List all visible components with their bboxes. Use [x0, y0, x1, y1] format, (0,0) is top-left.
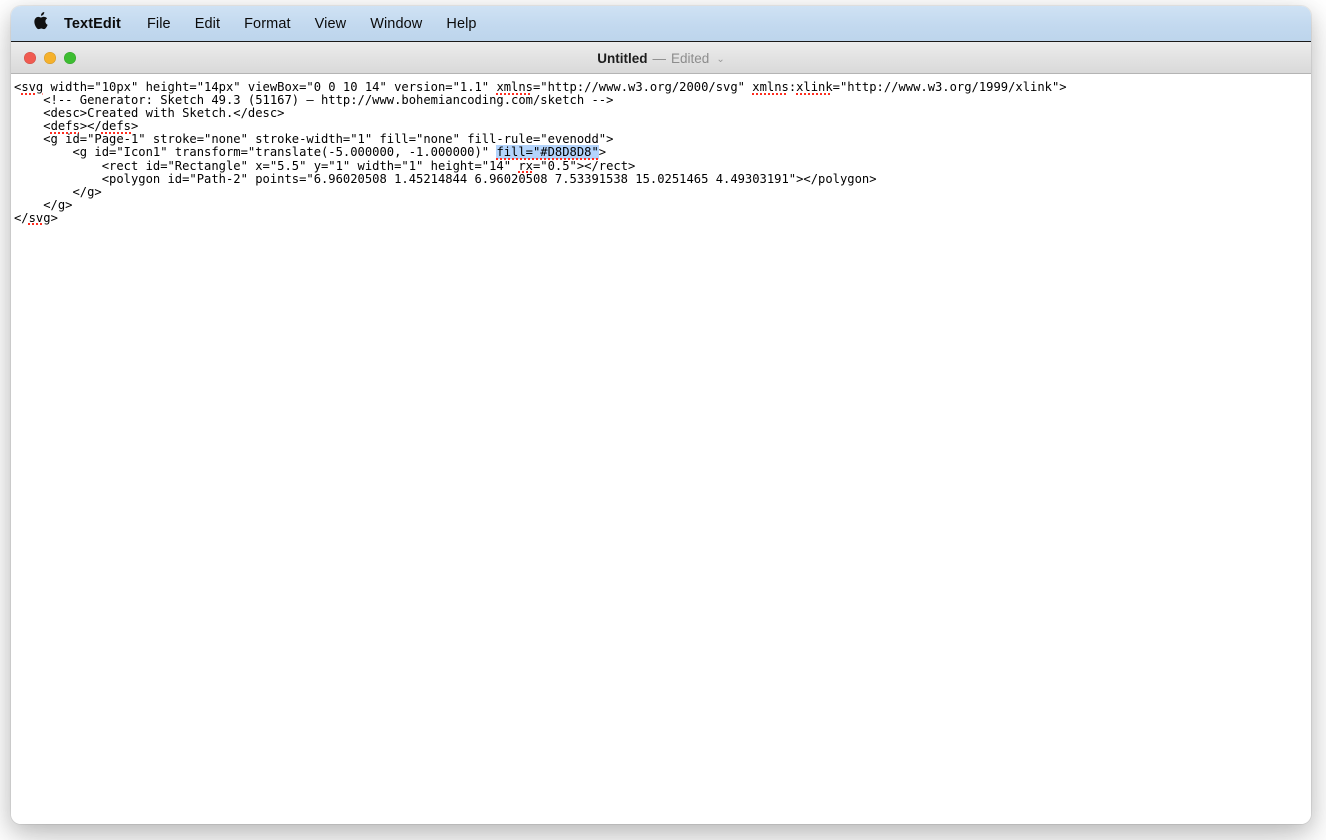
code-text: ="http://www.w3.org/2000/svg" [532, 80, 753, 94]
menu-item-view[interactable]: View [315, 16, 347, 32]
menu-item-textedit[interactable]: TextEdit [64, 16, 121, 32]
code-line: <rect id="Rectangle" x="5.5" y="1" width… [14, 158, 636, 173]
code-line: <g id="Icon1" transform="translate(-5.00… [14, 145, 607, 160]
code-text: </g> [72, 184, 102, 199]
code-line: </svg> [14, 211, 58, 225]
window-title-bar: Untitled — Edited ⌄ [11, 42, 1311, 74]
document-text-content[interactable]: < svg width="10px" height="14px" viewBox=… [14, 80, 1311, 225]
minimize-window-button[interactable] [44, 52, 56, 64]
code-text: > [131, 119, 139, 134]
code-text: <polygon id="Path-2" points="6.96020508 … [101, 171, 877, 186]
code-text: <g id="Icon1" transform="translate(-5.00… [72, 145, 497, 160]
code-text: > [598, 145, 607, 160]
code-line: <svg width="10px" height="14px" viewBox=… [14, 80, 1067, 94]
code-text: < [43, 119, 51, 134]
close-window-button[interactable] [24, 52, 36, 64]
misspelled-word: svg [21, 80, 44, 94]
menu-item-file[interactable]: File [147, 16, 171, 32]
code-text: </g> [43, 197, 73, 212]
misspelled-word: evenodd [547, 132, 599, 147]
maximize-window-button[interactable] [64, 52, 76, 64]
menu-item-help[interactable]: Help [446, 16, 476, 32]
code-line: <polygon id="Path-2" points="6.96020508 … [14, 172, 877, 186]
code-text: width="10px" height="14px" viewBox="0 0 … [43, 80, 497, 94]
code-line: <g id="Page-1" stroke="none" stroke-widt… [14, 132, 613, 146]
code-text: <g id="Page-1" stroke="none" stroke-widt… [43, 132, 548, 147]
window-title: Untitled — Edited ⌄ [11, 42, 1311, 74]
code-line: </g> [14, 197, 73, 212]
selected-text: fill="#D8D8D8" [496, 145, 599, 160]
code-line: <!-- Generator: Sketch 49.3 (51167) – ht… [14, 93, 613, 107]
code-text: <desc>Created with Sketch.</desc> [43, 106, 285, 121]
misspelled-word: xlink [796, 80, 833, 94]
misspelled-word: rx [518, 158, 533, 173]
document-name: Untitled [597, 50, 648, 66]
code-text: </ [14, 210, 29, 225]
menu-item-edit[interactable]: Edit [195, 16, 220, 32]
misspelled-word: defs [50, 119, 80, 134]
code-text: ="0.5"></rect> [532, 158, 636, 173]
menu-item-format[interactable]: Format [244, 16, 291, 32]
code-line: <desc>Created with Sketch.</desc> [14, 106, 284, 120]
code-text: ></ [79, 119, 102, 134]
title-separator: — [652, 50, 667, 66]
menu-bar: TextEdit File Edit Format View Window He… [11, 6, 1311, 42]
misspelled-word: defs [101, 119, 131, 134]
code-text: ="http://www.w3.org/1999/xlink"> [832, 80, 1067, 94]
code-line: </g> [14, 184, 102, 199]
text-editor-area[interactable]: < svg width="10px" height="14px" viewBox=… [11, 74, 1311, 824]
apple-logo-icon[interactable] [33, 12, 48, 33]
code-text: <!-- Generator: Sketch 49.3 (51167) – ht… [43, 93, 614, 108]
menu-item-window[interactable]: Window [370, 16, 422, 32]
document-edited-status: Edited [671, 50, 710, 66]
traffic-light-buttons [24, 52, 76, 64]
code-text: "> [598, 132, 614, 147]
misspelled-word: svg [28, 210, 51, 225]
misspelled-word: xmlns [496, 80, 533, 94]
chevron-down-icon[interactable]: ⌄ [716, 54, 724, 65]
code-text: > [50, 210, 58, 225]
misspelled-word: xmlns [752, 80, 789, 94]
textedit-window: TextEdit File Edit Format View Window He… [11, 6, 1311, 824]
desktop-background: TextEdit File Edit Format View Window He… [0, 0, 1326, 840]
code-text: <rect id="Rectangle" x="5.5" y="1" width… [101, 158, 519, 173]
code-line: <defs></defs> [14, 119, 138, 133]
